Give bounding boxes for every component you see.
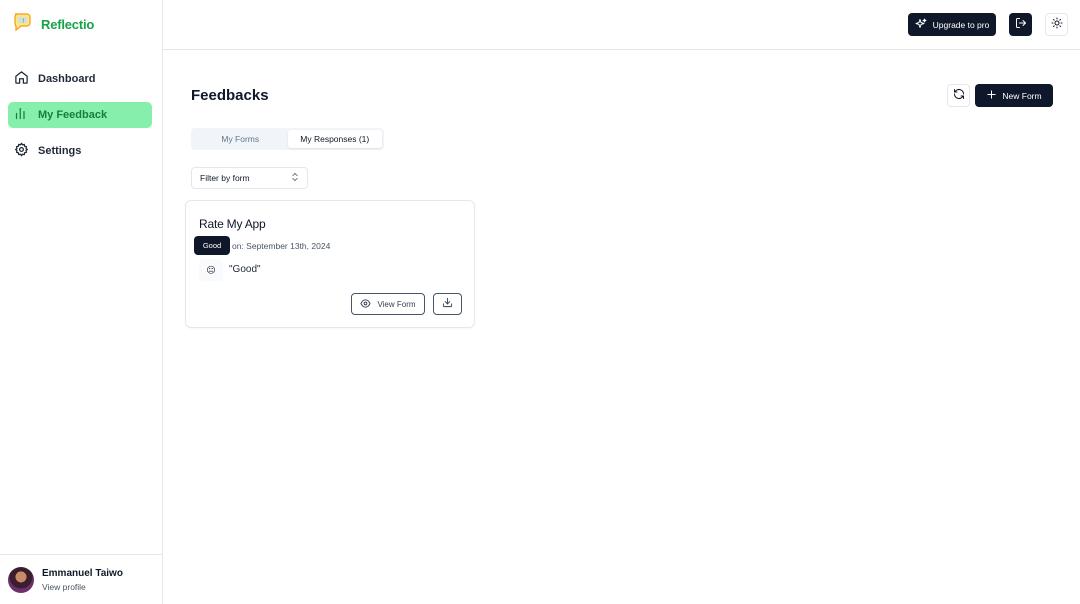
brand-name: Reflectio — [41, 17, 95, 32]
profile-name: Emmanuel Taiwo — [42, 567, 123, 579]
theme-toggle-button[interactable] — [1045, 13, 1068, 36]
speech-bubble-logo-icon: ! — [12, 11, 32, 38]
upgrade-label: Upgrade to pro — [932, 19, 990, 30]
view-profile-link[interactable]: View profile — [42, 582, 123, 592]
sidebar-item-label: My Feedback — [38, 109, 108, 121]
bar-chart-icon — [14, 106, 29, 124]
view-form-button[interactable]: View Form — [351, 293, 425, 315]
new-form-button[interactable]: New Form — [975, 84, 1053, 107]
logout-button[interactable] — [1009, 13, 1032, 36]
sidebar-item-dashboard[interactable]: Dashboard — [8, 66, 152, 92]
tab-my-responses[interactable]: My Responses (1) — [287, 130, 382, 148]
home-icon — [14, 70, 29, 88]
chevron-up-down-icon — [291, 172, 299, 184]
brand[interactable]: ! Reflectio — [12, 11, 94, 38]
plus-icon — [986, 89, 997, 102]
card-title: Rate My App — [199, 217, 266, 231]
tab-my-forms[interactable]: My Forms — [193, 130, 288, 148]
rating-emoji[interactable]: 😐 — [199, 259, 223, 281]
page-title: Feedbacks — [191, 87, 269, 104]
sidebar-item-label: Settings — [38, 145, 82, 157]
sun-icon — [1051, 16, 1063, 34]
filter-by-form-select[interactable]: Filter by form — [191, 167, 308, 189]
eye-icon — [360, 298, 371, 311]
tabs: My Forms My Responses (1) — [191, 128, 384, 150]
avatar — [8, 566, 34, 593]
new-form-label: New Form — [1002, 90, 1042, 101]
refresh-button[interactable] — [947, 84, 970, 107]
profile-section[interactable]: Emmanuel Taiwo View profile — [0, 554, 162, 604]
view-form-label: View Form — [377, 299, 416, 309]
sparkles-icon — [915, 18, 927, 32]
refresh-icon — [953, 87, 965, 105]
card-date: on: September 13th, 2024 — [232, 241, 331, 251]
sidebar: ! Reflectio Dashboard My Feedback Settin… — [0, 0, 163, 604]
sidebar-item-my-feedback[interactable]: My Feedback — [8, 102, 152, 128]
svg-text:!: ! — [22, 18, 24, 25]
sidebar-item-settings[interactable]: Settings — [8, 138, 152, 164]
topbar: Upgrade to pro — [163, 0, 1080, 50]
sidebar-nav: Dashboard My Feedback Settings — [8, 66, 152, 174]
sidebar-item-label: Dashboard — [38, 73, 96, 85]
download-icon — [442, 295, 453, 313]
gear-icon — [14, 142, 29, 160]
rating-tooltip: Good — [194, 236, 230, 255]
response-card: Rate My App on: September 13th, 2024 Goo… — [185, 200, 475, 328]
app-root: ! Reflectio Dashboard My Feedback Settin… — [0, 0, 1080, 604]
logout-icon — [1015, 16, 1027, 34]
response-text: "Good" — [229, 264, 261, 275]
upgrade-to-pro-button[interactable]: Upgrade to pro — [908, 13, 996, 36]
neutral-face-icon: 😐 — [206, 264, 216, 275]
profile-info: Emmanuel Taiwo View profile — [42, 568, 123, 592]
download-button[interactable] — [433, 293, 462, 315]
filter-value: Filter by form — [200, 173, 250, 183]
